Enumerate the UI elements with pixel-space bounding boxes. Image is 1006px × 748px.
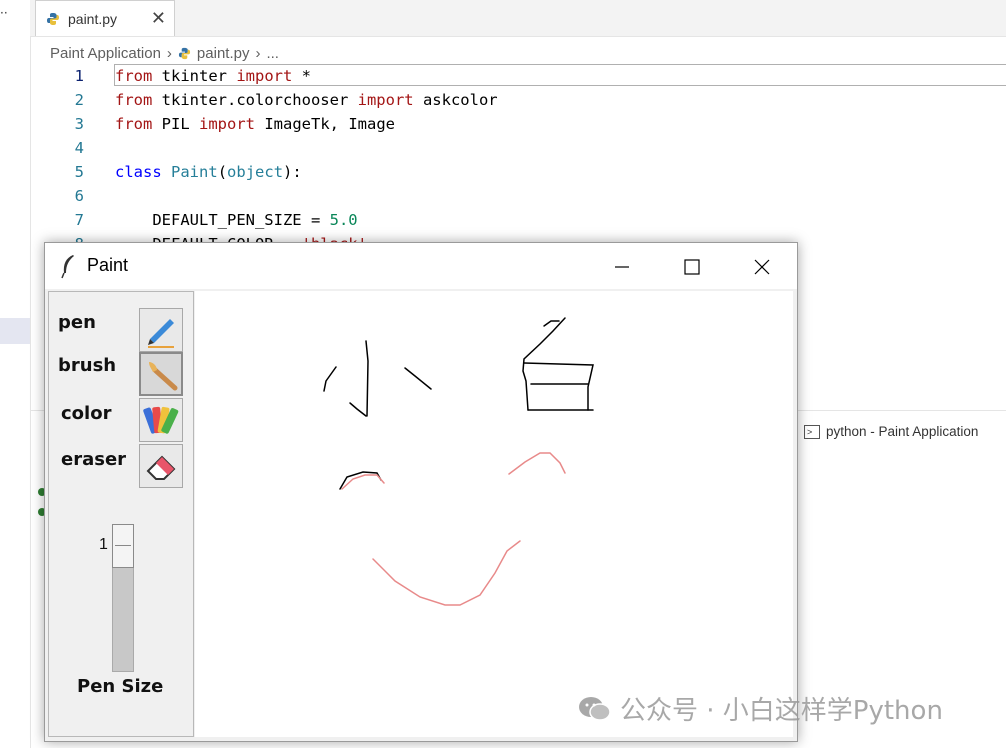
- color-button[interactable]: [139, 398, 183, 442]
- tool-label-eraser: eraser: [61, 449, 127, 470]
- pen-size-slider-handle[interactable]: [112, 524, 134, 568]
- tab-paint-py[interactable]: paint.py ✕: [35, 0, 175, 36]
- code-text: ImageTk, Image: [255, 115, 395, 133]
- line-number: 6: [74, 187, 84, 205]
- code-line: 6: [30, 184, 1006, 208]
- chevron-right-icon: ›: [166, 44, 172, 62]
- close-icon[interactable]: ✕: [151, 9, 166, 28]
- stroke-mouth: [372, 540, 521, 606]
- python-file-icon: [47, 12, 59, 25]
- stroke-xiao-hook: [349, 402, 367, 417]
- terminal-label: python - Paint Application: [826, 424, 979, 439]
- editor-tab-bar: [30, 0, 1006, 37]
- tool-label-color: color: [61, 403, 112, 424]
- stroke-xiao-vertical: [365, 340, 369, 417]
- stroke-eye-right: [508, 452, 566, 475]
- pink-strokes: [341, 452, 566, 606]
- feather-icon: [61, 255, 74, 279]
- tab-filename: paint.py: [68, 10, 118, 27]
- pen-icon: [148, 319, 174, 348]
- terminal-tab[interactable]: > python - Paint Application: [804, 424, 978, 439]
- line-number: 7: [74, 211, 84, 229]
- paint-window: Paint pen brush color eraser 1 Pen Size: [44, 242, 798, 742]
- line-number: 4: [74, 139, 84, 157]
- keyword: import: [236, 67, 293, 85]
- black-strokes: [323, 317, 594, 490]
- brush-button[interactable]: [139, 352, 183, 396]
- code-line: 5 class Paint(object):: [30, 160, 1006, 184]
- code-text: DEFAULT_PEN_SIZE =: [115, 211, 330, 229]
- pen-button[interactable]: [139, 308, 183, 352]
- tool-label-pen: pen: [58, 312, 96, 333]
- code-text: tkinter: [152, 67, 237, 85]
- number-literal: 5.0: [329, 211, 358, 229]
- minimize-icon[interactable]: [603, 253, 641, 281]
- pen-size-value: 1: [99, 536, 108, 553]
- keyword: from: [115, 67, 153, 85]
- code-line: 4: [30, 136, 1006, 160]
- keyword: import: [199, 115, 255, 133]
- drawing-canvas[interactable]: [195, 291, 793, 737]
- code-text: tkinter.colorchooser: [152, 91, 358, 109]
- code-line: 2 from tkinter.colorchooser import askco…: [30, 88, 1006, 112]
- line-number: 2: [74, 91, 84, 109]
- line-number: 5: [74, 163, 84, 181]
- code-text: *: [292, 67, 311, 85]
- chevron-right-icon: ›: [255, 44, 261, 62]
- code-text: PIL: [152, 115, 199, 133]
- code-text: ):: [283, 163, 302, 181]
- breadcrumb: Paint Application › paint.py › ...: [50, 42, 279, 64]
- code-line: 3 from PIL import ImageTk, Image: [30, 112, 1006, 136]
- explorer-selection: [0, 318, 30, 344]
- eraser-icon: [146, 455, 176, 480]
- code-line: 1 from tkinter import *: [30, 64, 1006, 88]
- watermark-text: 公众号 · 小白这样学Python: [620, 696, 943, 726]
- code-text: (: [217, 163, 228, 181]
- keyword: from: [115, 91, 153, 109]
- brush-icon: [149, 362, 178, 391]
- wechat-icon: [579, 696, 611, 721]
- pen-size-label: Pen Size: [77, 676, 164, 697]
- stroke-xiao-left: [323, 366, 337, 392]
- code-line: 7 DEFAULT_PEN_SIZE = 5.0: [30, 208, 1006, 232]
- class-name: Paint: [171, 163, 218, 181]
- line-number: 1: [74, 67, 84, 85]
- breadcrumb-root[interactable]: Paint Application: [50, 45, 161, 62]
- tool-panel: pen brush color eraser 1 Pen Size: [48, 291, 194, 737]
- keyword: class: [115, 163, 162, 181]
- stroke-bai-tick: [543, 320, 560, 327]
- breadcrumb-file[interactable]: paint.py: [197, 45, 250, 62]
- close-icon[interactable]: [743, 253, 781, 281]
- more-actions-icon[interactable]: ··: [0, 6, 8, 20]
- maximize-icon[interactable]: [673, 253, 711, 281]
- breadcrumb-more[interactable]: ...: [266, 45, 279, 62]
- python-file-icon: [178, 47, 190, 59]
- window-title: Paint: [87, 255, 129, 275]
- color-palette-icon: [143, 406, 179, 434]
- watermark: 公众号 · 小白这样学Python: [578, 690, 943, 727]
- keyword: from: [115, 115, 153, 133]
- eraser-button[interactable]: [139, 444, 183, 488]
- terminal-icon: >: [804, 424, 820, 439]
- stroke-xiao-right: [404, 367, 432, 390]
- line-number: 3: [74, 115, 84, 133]
- activity-strip: [0, 0, 31, 748]
- stroke-bai-right: [523, 362, 594, 411]
- code-text: askcolor: [413, 91, 498, 109]
- keyword: import: [357, 91, 414, 109]
- tool-label-brush: brush: [58, 355, 117, 376]
- class-name: object: [227, 163, 284, 181]
